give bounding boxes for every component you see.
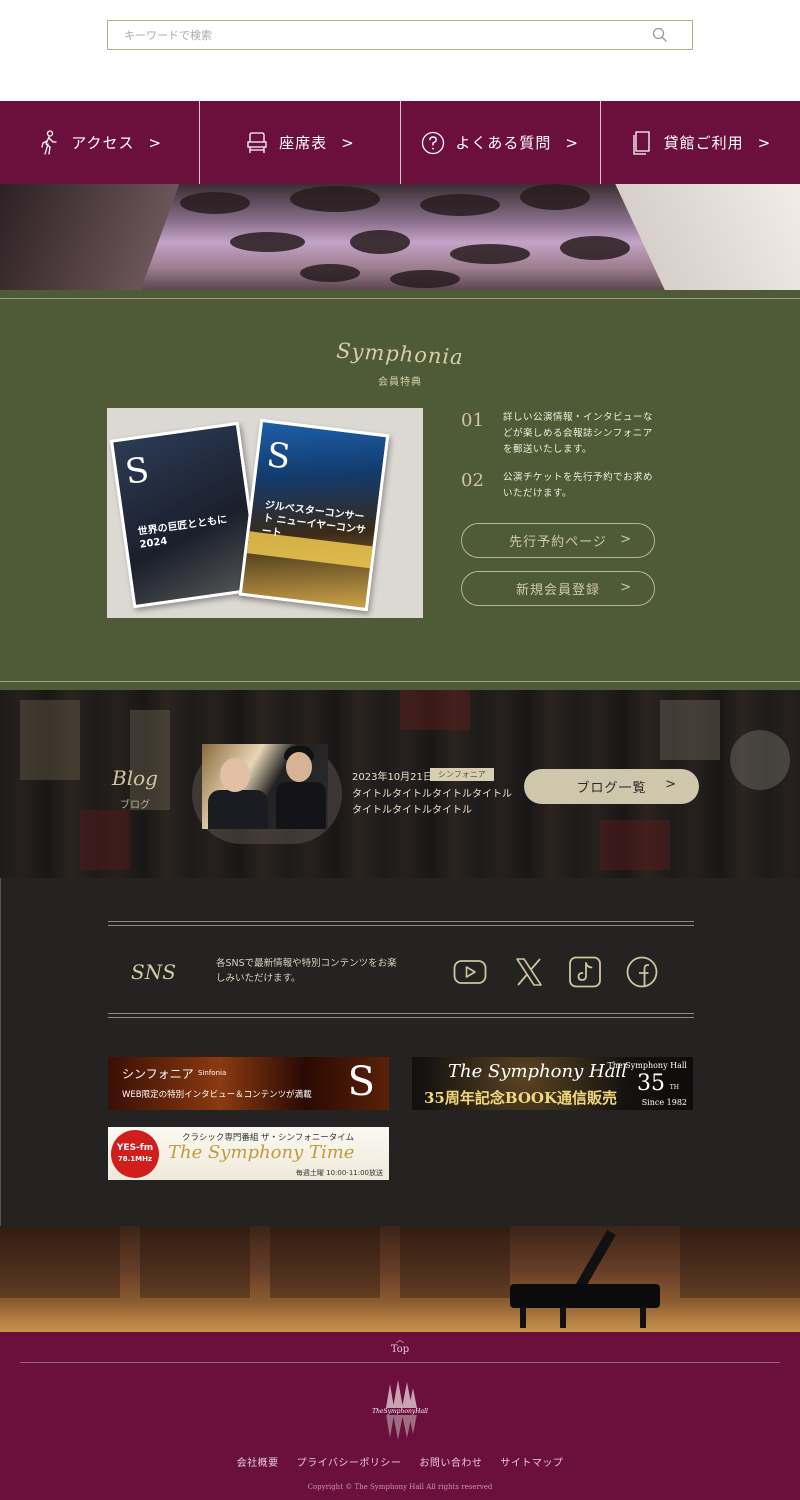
benefit-list: 01 詳しい公演情報・インタビューなどが楽しめる会報誌シンフォニアを郵送いたしま… [461,410,661,514]
x-icon[interactable] [512,956,546,988]
blog-post-image[interactable] [202,744,328,829]
benefit-text: 詳しい公演情報・インタビューなどが楽しめる会報誌シンフォニアを郵送いたします。 [503,412,654,455]
hall-ceiling-photo [0,184,800,290]
banner-title-sub: Sinfonia [198,1069,227,1077]
tiktok-icon[interactable] [568,956,602,988]
magazine-headline: 世界の巨匠とともに 2024 [137,514,228,551]
blog-post-title[interactable]: タイトルタイトルタイトルタイトル [352,785,512,800]
divider [108,1017,694,1018]
copyright: Copyright © The Symphony Hall All rights… [307,1483,493,1491]
footer-link-privacy[interactable]: プライバシーポリシー [297,1454,402,1469]
footer-link-company[interactable]: 会社概要 [237,1454,279,1469]
member-register-label: 新規会員登録 [515,583,600,598]
radio-logo: YES-fm 78.1MHz [111,1130,159,1178]
divider [108,921,694,922]
nav-label-faq: よくある質問 [455,134,552,152]
nav-arrow: > [341,133,355,152]
banner-number: 35 [637,1071,665,1096]
blog-section: Blog ブログ 2023年10月21日 シンフォニア タイトルタイトルタイトル… [0,690,800,878]
blog-post-tag[interactable]: シンフォニア [430,768,494,781]
nav-arrow: > [565,133,579,152]
banner-script: The Symphony Time [168,1142,355,1163]
search-box[interactable] [107,20,693,50]
search-area [0,0,800,101]
benefit-number: 01 [461,410,484,431]
logo-text: TheSymphonyHall [372,1408,428,1415]
divider [0,681,800,682]
benefit-item: 01 詳しい公演情報・インタビューなどが楽しめる会報誌シンフォニアを郵送いたしま… [461,410,661,458]
banner-since: Since 1982 [641,1098,687,1107]
stage-piano-photo [0,1226,800,1332]
presale-page-button[interactable]: 先行予約ページ > [461,523,655,558]
radio-program-banner[interactable]: YES-fm 78.1MHz クラシック専門番組 ザ・シンフォニータイム The… [108,1127,389,1180]
question-icon [422,131,445,154]
nav-label-rental: 貸館ご利用 [663,134,744,152]
footer-links: 会社概要 プライバシーポリシー お問い合わせ サイトマップ [0,1454,800,1469]
banner-text: 35周年記念BOOK通信販売 [424,1089,618,1107]
magazine-logo: S [122,449,152,493]
symphonia-section: Symphonia 会員特典 S 世界の巨匠とともに 2024 S ジルベスター… [0,290,800,690]
walking-person-icon [41,129,57,155]
nav-label-seating: 座席表 [279,134,328,152]
magazine-image: S 世界の巨匠とともに 2024 S ジルベスターコンサート ニューイヤーコンサ… [107,408,423,618]
benefit-number: 02 [461,470,484,491]
facebook-icon[interactable] [625,956,659,988]
footer: ︿ Top TheSymphonyHall 会社概要 プライバシーポリシー お問… [0,1332,800,1500]
nav-item-access[interactable]: アクセス > [0,101,201,184]
divider [0,298,800,299]
banner-brand: The Symphony Hall [607,1061,687,1070]
presale-page-label: 先行予約ページ [509,535,607,550]
radio-logo-text: YES-fm [116,1143,154,1153]
banner-logo: S [347,1059,375,1105]
arrow: > [620,532,632,547]
magazine-cover: S 世界の巨匠とともに 2024 [109,421,263,609]
chevron-up-icon: ︿ [396,1335,404,1344]
banner-text: WEB限定の特別インタビュー＆コンテンツが満載 [122,1090,312,1100]
banner-time: 毎週土曜 10:00-11:00放送 [295,1169,383,1177]
blog-subtitle: ブログ [120,800,150,811]
nav-arrow: > [757,133,772,152]
divider [20,1362,780,1363]
footer-link-sitemap[interactable]: サイトマップ [500,1454,563,1469]
nav-item-seating[interactable]: 座席表 > [200,101,401,184]
benefit-text: 公演チケットを先行予約でお求めいただけます。 [503,472,654,499]
nav-arrow: > [148,133,163,152]
sinfonia-banner[interactable]: シンフォニア Sinfonia WEB限定の特別インタビュー＆コンテンツが満載 … [108,1057,389,1110]
banner-title: シンフォニア [122,1067,194,1081]
banner-th: TH [669,1084,679,1091]
main-nav: アクセス > 座席表 > よくある質問 > 貸館ご利用 > [0,101,800,184]
banner-title: The Symphony Hall [448,1061,627,1082]
magazine-cover: S ジルベスターコンサート ニューイヤーコンサート [238,418,390,612]
search-icon[interactable] [652,27,668,43]
top-label: Top [390,1344,410,1355]
radio-logo-freq: 78.1MHz [117,1155,153,1163]
blog-title: Blog [112,766,158,790]
divider [108,1013,694,1014]
arrow: > [620,580,632,595]
blog-post-title[interactable]: タイトルタイトルタイトル [352,801,472,816]
footer-link-contact[interactable]: お問い合わせ [419,1454,482,1469]
blog-list-button[interactable]: ブログ一覧 > [524,769,699,804]
symphonia-subtitle: 会員特典 [378,377,422,388]
sns-banner-section: SNS 各SNSで最新情報や特別コンテンツをお楽しみいただけます。 シンフォニア… [0,878,800,1226]
nav-item-rental[interactable]: 貸館ご利用 > [601,101,800,184]
seat-icon [247,131,267,153]
blog-post-date: 2023年10月21日 [352,772,433,783]
document-icon [632,130,650,155]
sns-text: 各SNSで最新情報や特別コンテンツをお楽しみいただけます。 [216,958,397,984]
sns-title: SNS [131,960,176,984]
nav-item-faq[interactable]: よくある質問 > [401,101,601,184]
search-input[interactable] [124,21,654,49]
member-register-button[interactable]: 新規会員登録 > [461,571,655,606]
divider [108,925,694,926]
arrow: > [665,777,677,792]
anniversary-book-banner[interactable]: The Symphony Hall 35周年記念BOOK通信販売 The Sym… [412,1057,693,1110]
magazine-logo: S [264,434,293,478]
benefit-item: 02 公演チケットを先行予約でお求めいただけます。 [461,470,661,502]
nav-label-access: アクセス [71,134,135,152]
blog-list-label: ブログ一覧 [576,781,647,796]
back-to-top-link[interactable]: ︿ Top [380,1335,420,1356]
youtube-icon[interactable] [453,956,487,988]
